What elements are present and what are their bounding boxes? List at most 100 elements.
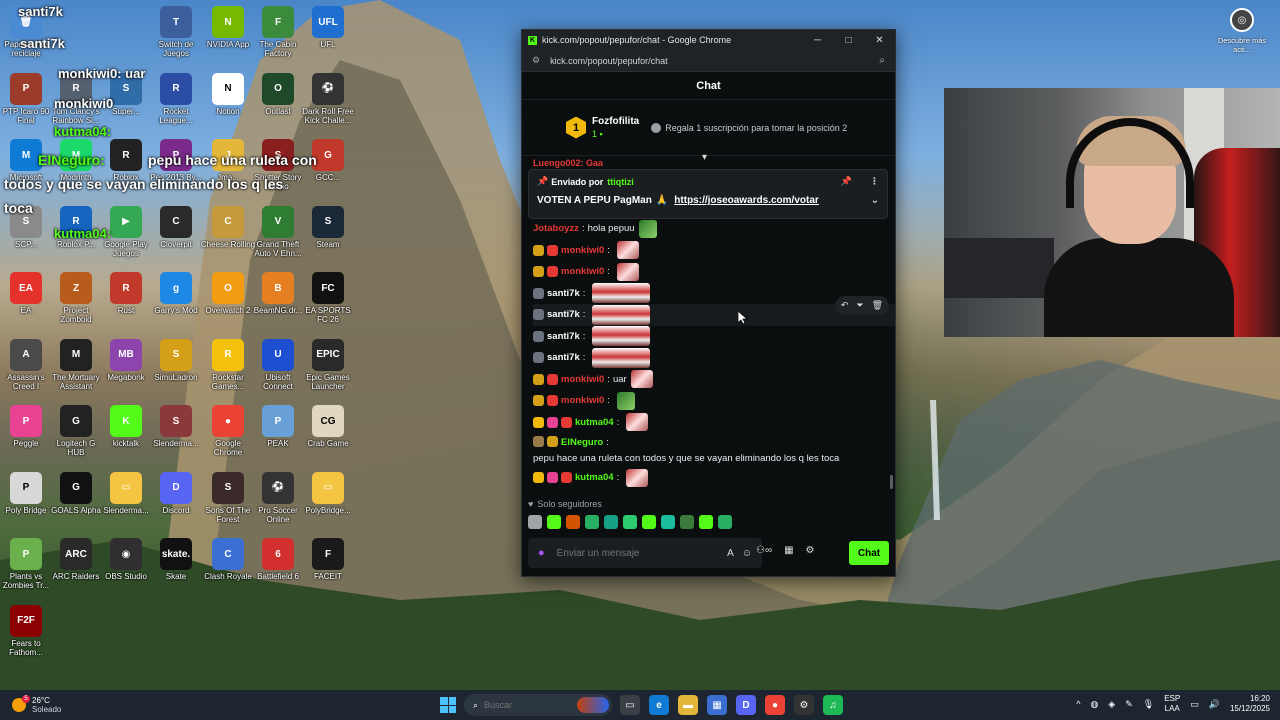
desktop-icon[interactable]: ▶ Google Play Juegos [98, 204, 154, 268]
desktop-icon[interactable]: MB Megabonk [98, 337, 154, 401]
emoji-icon[interactable]: ☺ [742, 548, 752, 559]
quick-emote[interactable] [661, 515, 675, 529]
desktop-icon[interactable]: R Rust [98, 270, 154, 334]
chrome-taskbar-icon[interactable]: ● [765, 695, 785, 715]
desktop-icon[interactable]: ⚽ Pro Soccer Online [250, 470, 306, 534]
quick-emote[interactable] [642, 515, 656, 529]
tray-app-icon[interactable]: ◈ [1108, 699, 1115, 710]
discord-taskbar-icon[interactable]: D [736, 695, 756, 715]
quick-emote[interactable] [528, 515, 542, 529]
gift-prompt[interactable]: Regala 1 suscripción para tomar la posic… [651, 122, 847, 133]
pinned-link[interactable]: https://joseoawards.com/votar [674, 195, 818, 206]
chat-message[interactable]: santi7k: [533, 326, 895, 348]
desktop-icon[interactable]: G GOALS Alpha [48, 470, 104, 534]
desktop-icon[interactable]: S Sons Of The Forest [200, 470, 256, 534]
desktop-icon[interactable]: M Modrinth [48, 137, 104, 201]
settings-icon[interactable]: ⚙ [806, 545, 815, 556]
desktop-icon[interactable]: P Peggle [0, 403, 54, 467]
desktop-icon[interactable]: B BeamNG.dr... [250, 270, 306, 334]
chat-username[interactable]: monkiwi0 [561, 245, 604, 256]
unpin-icon[interactable]: 📌 [841, 176, 852, 187]
desktop-icon[interactable]: G Logitech G HUB [48, 403, 104, 467]
desktop-icon[interactable]: Z Project Zomboid [48, 270, 104, 334]
quick-emote[interactable] [680, 515, 694, 529]
task-view-icon[interactable]: ▭ [620, 695, 640, 715]
desktop-icon[interactable]: g Garry's Mod [148, 270, 204, 334]
desktop-icon[interactable]: Kkicktalk [98, 403, 154, 467]
search-input[interactable] [484, 700, 565, 710]
address-bar[interactable]: ⚙ kick.com/popout/pepufor/chat ⌕ [522, 50, 895, 72]
desktop-icon[interactable]: U Ubisoft Connect [250, 337, 306, 401]
desktop-icon[interactable]: ● Google Chrome [200, 403, 256, 467]
desktop-icon[interactable]: S Shutter Story Demo [250, 137, 306, 201]
desktop-icon[interactable]: C Cloverpit [148, 204, 204, 268]
desktop-icon[interactable]: M The Mortuary Assistant [48, 337, 104, 401]
tray-app-icon[interactable]: ✎ [1125, 699, 1133, 710]
chat-username[interactable]: santi7k [547, 288, 580, 299]
desktop-icon[interactable]: FC EA SPORTS FC 26 [300, 270, 356, 334]
spotify-taskbar-icon[interactable]: ♫ [823, 695, 843, 715]
volume-icon[interactable]: 🔊 [1209, 699, 1220, 710]
microphone-icon[interactable]: ● [538, 547, 545, 559]
quick-emote[interactable] [566, 515, 580, 529]
desktop-icon[interactable]: F2F Fears to Fathom... [0, 603, 54, 667]
desktop-icon[interactable]: ⚽ Dark Roll Free Kick Challe... [300, 71, 356, 135]
chat-message[interactable]: santi7k: [533, 347, 895, 369]
desktop-icon[interactable]: ◉ OBS Studio [98, 536, 154, 600]
leader-name[interactable]: Fozfofilita [592, 116, 639, 127]
quick-emote[interactable] [547, 515, 561, 529]
zoom-icon[interactable]: ⌕ [879, 55, 885, 66]
chat-username[interactable]: monkiwi0 [561, 374, 604, 385]
message-composer[interactable]: ● A ☺ [528, 538, 762, 568]
message-input[interactable] [556, 547, 720, 559]
chat-username[interactable]: santi7k [547, 309, 580, 320]
desktop-icon[interactable]: J Jma... [200, 137, 256, 201]
pinned-sent-by-user[interactable]: ttiqtizi [607, 177, 634, 187]
desktop-icon[interactable]: F The Cabin Factory [250, 4, 306, 68]
chat-message[interactable]: kutma04: [533, 467, 895, 489]
quick-emote[interactable] [718, 515, 732, 529]
desktop-icon[interactable]: R Roblox P... [48, 204, 104, 268]
desktop-icon[interactable]: EPIC Epic Games Launcher [300, 337, 356, 401]
desktop-icon[interactable]: P PEAK [250, 403, 306, 467]
chat-message[interactable]: Jotaboyzz: hola pepuu [533, 218, 895, 240]
chat-message[interactable]: kutma04: [533, 412, 895, 434]
chat-username[interactable]: monkiwi0 [561, 395, 604, 406]
chat-scrollbar[interactable] [890, 475, 893, 489]
desktop-icon[interactable]: N NVIDIA App [200, 4, 256, 68]
desktop-icon[interactable]: S SCP... [0, 204, 54, 268]
reply-icon[interactable]: ↶ [841, 300, 849, 311]
desktop-icon[interactable]: C Clash Royale [200, 536, 256, 600]
collapse-arrow-icon[interactable]: ▾ [702, 152, 707, 163]
minimize-button[interactable]: ─ [802, 35, 833, 46]
desktop-icon[interactable]: D Discord [148, 470, 204, 534]
chat-username[interactable]: Jotaboyzz [533, 223, 579, 234]
quick-emote[interactable] [699, 515, 713, 529]
desktop-icon[interactable]: R Rockstar Games... [200, 337, 256, 401]
desktop-icon[interactable]: 6 Battlefield 6 [250, 536, 306, 600]
chat-message[interactable]: ElNeguro: pepu hace una ruleta con todos … [533, 433, 895, 467]
chat-message[interactable]: monkiwi0: [533, 240, 895, 262]
quick-emote[interactable] [623, 515, 637, 529]
desktop-icon[interactable]: UFL UFL [300, 4, 356, 68]
language-indicator[interactable]: ESP LAA [1164, 694, 1180, 714]
site-info-icon[interactable]: ⚙ [532, 55, 540, 66]
microphone-tray-icon[interactable]: 🎙 [1143, 699, 1154, 710]
chat-message[interactable]: monkiwi0: uar [533, 369, 895, 391]
desktop-icon[interactable]: O Overwatch 2 [200, 270, 256, 334]
delete-icon[interactable]: 🗑 [872, 300, 883, 311]
desktop-icon[interactable]: ARC ARC Raiders [48, 536, 104, 600]
weather-widget[interactable]: 5 26°C Soleado [12, 695, 61, 715]
quick-emote[interactable] [585, 515, 599, 529]
desktop-icon[interactable]: S Slenderma... [148, 403, 204, 467]
app-taskbar-icon[interactable]: ⚙ [794, 695, 814, 715]
desktop-icon[interactable]: G GCC... [300, 137, 356, 201]
desktop-icon[interactable]: O Outlast [250, 71, 306, 135]
clock[interactable]: 16:20 15/12/2025 [1230, 694, 1270, 714]
desktop-icon[interactable]: P Pes 2013 By... [148, 137, 204, 201]
desktop-icon[interactable]: ▭ Slenderma... [98, 470, 154, 534]
chat-username[interactable]: kutma04 [575, 417, 614, 428]
store-app-icon[interactable]: ▦ [707, 695, 727, 715]
desktop-icon[interactable]: M Microsoft [0, 137, 54, 201]
start-button[interactable] [440, 697, 456, 713]
